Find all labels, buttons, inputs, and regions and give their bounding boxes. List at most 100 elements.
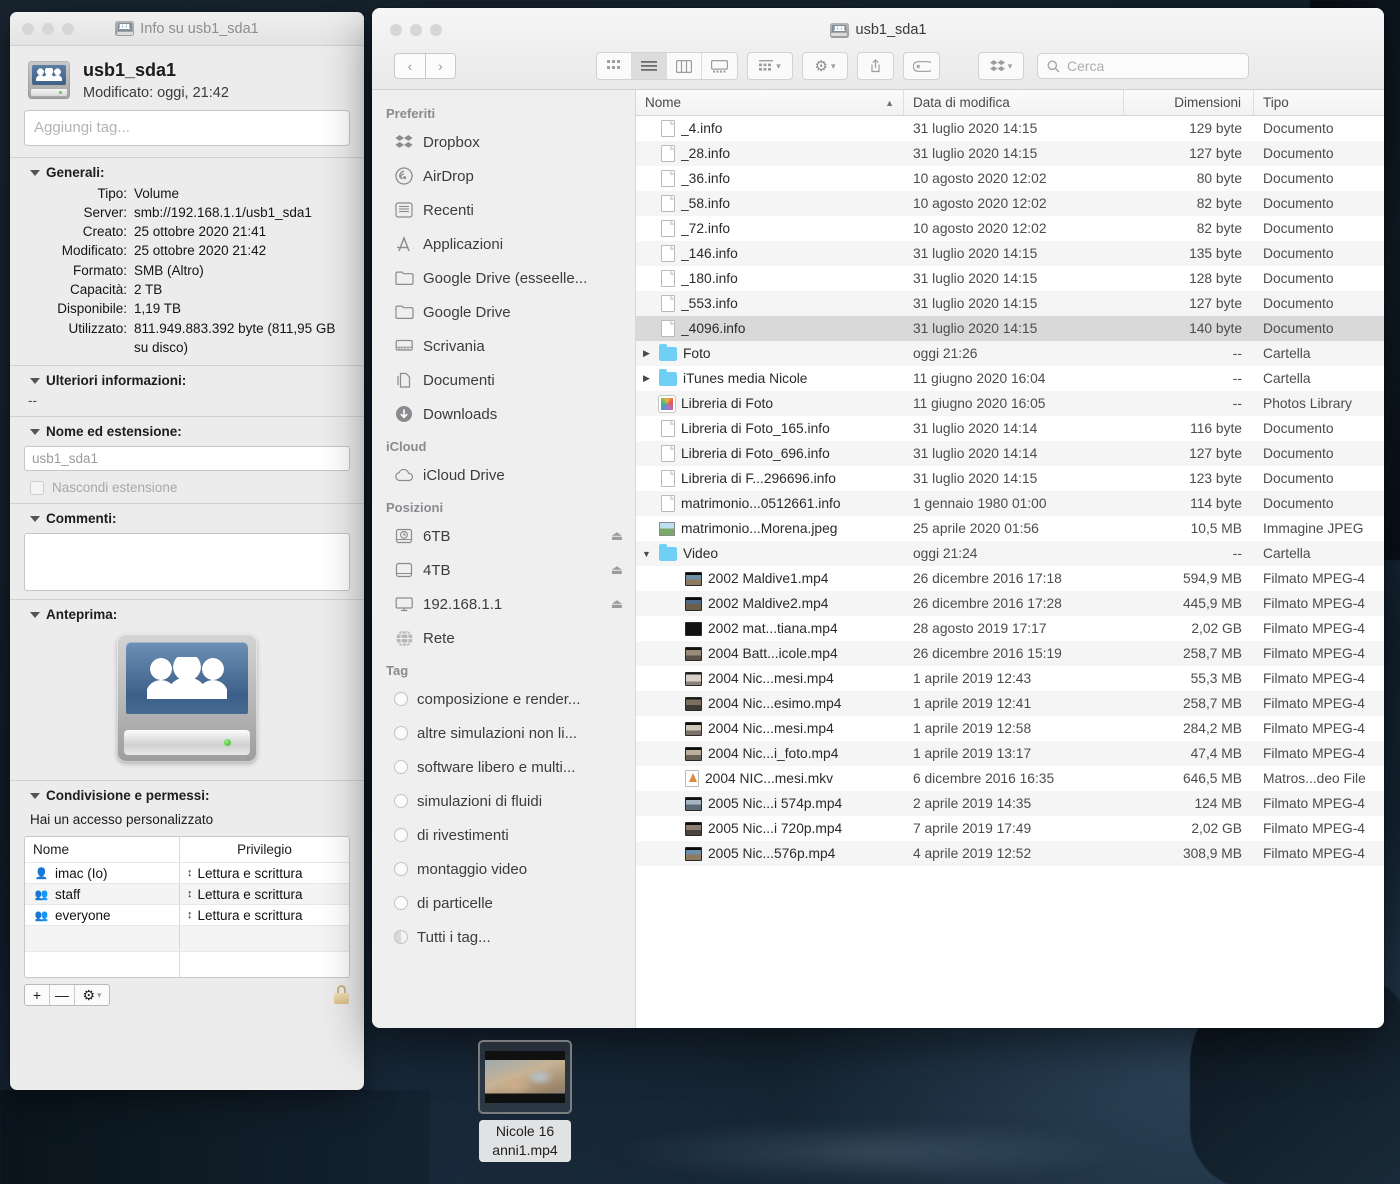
sidebar-item-google-drive[interactable]: Google Drive [372, 295, 635, 329]
table-row[interactable]: ▶ 2004 Batt...icole.mp4 26 dicembre 2016 1… [636, 641, 1384, 666]
table-row[interactable]: ▼ Video oggi 21:24 -- Cartella [636, 541, 1384, 566]
table-row[interactable]: ▶ Foto oggi 21:26 -- Cartella [636, 341, 1384, 366]
dropbox-group[interactable]: ▾ [978, 52, 1024, 80]
table-row[interactable]: ▶ 2005 Nic...i 574p.mp4 2 aprile 2019 14:3… [636, 791, 1384, 816]
column-header-tipo[interactable]: Tipo [1254, 90, 1384, 115]
table-row[interactable]: ▶ 2005 Nic...576p.mp4 4 aprile 2019 12:52 3… [636, 841, 1384, 866]
comments-textarea[interactable] [24, 533, 350, 592]
table-row[interactable]: ▶ Libreria di Foto_696.info 31 luglio 2020… [636, 441, 1384, 466]
table-row[interactable]: ▶ 2002 Maldive1.mp4 26 dicembre 2016 17:18… [636, 566, 1384, 591]
share-group[interactable] [857, 52, 894, 80]
remove-permission-button[interactable]: — [50, 985, 75, 1006]
add-tag-input[interactable]: Aggiungi tag... [24, 109, 350, 146]
sidebar-tag-di-particelle[interactable]: di particelle [372, 886, 635, 920]
info-traffic-lights[interactable] [22, 22, 74, 35]
sidebar-tag-montaggio-video[interactable]: montaggio video [372, 852, 635, 886]
tag-group[interactable] [903, 52, 940, 80]
eject-icon[interactable]: ⏏ [611, 528, 623, 544]
stepper-icon[interactable]: ↕ [187, 888, 193, 900]
sidebar-tag-di-rivestimenti[interactable]: di rivestimenti [372, 818, 635, 852]
sidebar-item-recenti[interactable]: Recenti [372, 193, 635, 227]
sidebar-item-dropbox[interactable]: Dropbox [372, 125, 635, 159]
add-permission-button[interactable]: + [25, 985, 50, 1006]
table-row[interactable]: ▶ matrimonio...Morena.jpeg 25 aprile 2020 … [636, 516, 1384, 541]
group-by-button[interactable]: ▾ [748, 53, 792, 79]
column-view-button[interactable] [667, 53, 702, 79]
column-header-nome[interactable]: Nome ▲ [636, 90, 904, 115]
disclosure-collapsed-icon[interactable]: ▶ [640, 373, 653, 384]
eject-icon[interactable]: ⏏ [611, 596, 623, 612]
table-row[interactable]: ▶ 2002 mat...tiana.mp4 28 agosto 2019 17:1… [636, 616, 1384, 641]
desktop-file-item[interactable]: Nicole 16 anni1.mp4 [478, 1040, 572, 1180]
table-row[interactable]: ▶ Libreria di F...296696.info 31 luglio 20… [636, 466, 1384, 491]
table-row[interactable]: ▶ _180.info 31 luglio 2020 14:15 128 byte Do… [636, 266, 1384, 291]
column-header-data[interactable]: Data di modifica [904, 90, 1124, 115]
table-row[interactable]: ▶ 2005 Nic...i 720p.mp4 7 aprile 2019 17:4… [636, 816, 1384, 841]
table-row[interactable]: ▶ _146.info 31 luglio 2020 14:15 135 byte Do… [636, 241, 1384, 266]
table-row[interactable]: ▶ Libreria di Foto_165.info 31 luglio 2020… [636, 416, 1384, 441]
file-list-column-headers[interactable]: Nome ▲ Data di modifica Dimensioni Tipo [636, 90, 1384, 116]
minimize-button[interactable] [410, 24, 422, 36]
table-row[interactable]: ▶ 2004 Nic...i_foto.mp4 1 aprile 2019 13:1… [636, 741, 1384, 766]
table-row[interactable]: ▶ 2004 Nic...esimo.mp4 1 aprile 2019 12:41… [636, 691, 1384, 716]
disclosure-collapsed-icon[interactable]: ▶ [640, 348, 653, 359]
section-anteprima-header[interactable]: Anteprima: [10, 607, 364, 622]
close-button[interactable] [22, 22, 34, 35]
sidebar-item-192-168-1-1[interactable]: 192.168.1.1 ⏏ [372, 587, 635, 621]
sidebar-tag-simulazioni-di-fluidi[interactable]: simulazioni di fluidi [372, 784, 635, 818]
icon-view-button[interactable] [597, 53, 632, 79]
sidebar-tag-software-libero[interactable]: software libero e multi... [372, 750, 635, 784]
table-row[interactable]: ▶ _72.info 10 agosto 2020 12:02 82 byte Docu… [636, 216, 1384, 241]
stepper-icon[interactable]: ↕ [187, 867, 193, 879]
sidebar-item-icloud-drive[interactable]: iCloud Drive [372, 458, 635, 492]
sidebar-item-documenti[interactable]: Documenti [372, 363, 635, 397]
nav-buttons[interactable]: ‹ › [394, 53, 456, 79]
section-nome-header[interactable]: Nome ed estensione: [10, 424, 364, 439]
section-ulteriori-header[interactable]: Ulteriori informazioni: [10, 373, 364, 388]
zoom-button[interactable] [62, 22, 74, 35]
group-by-group[interactable]: ▾ [747, 52, 793, 80]
section-commenti-header[interactable]: Commenti: [10, 511, 364, 526]
finder-titlebar[interactable]: usb1_sda1 ‹ › ▾ ⚙ ▾ ▾ Cerca [372, 8, 1384, 90]
gallery-view-button[interactable] [702, 53, 737, 79]
sidebar-tag-composizione-e-render[interactable]: composizione e render... [372, 682, 635, 716]
table-row[interactable]: ▶ 2004 Nic...mesi.mp4 1 aprile 2019 12:58 2… [636, 716, 1384, 741]
action-gear-button[interactable]: ⚙ ▾ [803, 53, 847, 79]
sidebar-item-downloads[interactable]: Downloads [372, 397, 635, 431]
table-row[interactable]: ▶ _4096.info 31 luglio 2020 14:15 140 byte D… [636, 316, 1384, 341]
table-row[interactable]: ▶ _553.info 31 luglio 2020 14:15 127 byte Do… [636, 291, 1384, 316]
forward-button[interactable]: › [425, 53, 456, 79]
section-generali-header[interactable]: Generali: [10, 165, 364, 180]
list-view-button[interactable] [632, 53, 667, 79]
table-row[interactable]: ▶ 2002 Maldive2.mp4 26 dicembre 2016 17:28… [636, 591, 1384, 616]
sidebar-tag-altre-simulazioni[interactable]: altre simulazioni non li... [372, 716, 635, 750]
network-volume-icon[interactable] [28, 61, 70, 99]
finder-traffic-lights[interactable] [390, 24, 442, 36]
permissions-gear-button[interactable]: ⚙ ▾ [75, 985, 109, 1005]
search-input[interactable]: Cerca [1037, 53, 1249, 79]
table-row[interactable]: ▶ _4.info 31 luglio 2020 14:15 129 byte Docu… [636, 116, 1384, 141]
share-button[interactable] [858, 53, 893, 79]
tag-button[interactable] [904, 53, 939, 79]
table-row[interactable]: ▶ 2004 Nic...mesi.mp4 1 aprile 2019 12:43 5… [636, 666, 1384, 691]
table-row[interactable]: ▶ _58.info 10 agosto 2020 12:02 82 byte Docu… [636, 191, 1384, 216]
action-group[interactable]: ⚙ ▾ [802, 52, 848, 80]
zoom-button[interactable] [430, 24, 442, 36]
table-row[interactable]: ▶ matrimonio...0512661.info 1 gennaio 1980… [636, 491, 1384, 516]
permissions-row[interactable]: 👥 everyone ↕ Lettura e scrittura [25, 904, 349, 926]
column-header-dimensioni[interactable]: Dimensioni [1124, 90, 1254, 115]
dropbox-button[interactable]: ▾ [979, 53, 1023, 79]
table-row[interactable]: ▶ _36.info 10 agosto 2020 12:02 80 byte Docu… [636, 166, 1384, 191]
minimize-button[interactable] [42, 22, 54, 35]
permissions-row[interactable]: 👥 staff ↕ Lettura e scrittura [25, 883, 349, 905]
sidebar-item-scrivania[interactable]: Scrivania [372, 329, 635, 363]
table-row[interactable]: ▶ Libreria di Foto 11 giugno 2020 16:05 -- P… [636, 391, 1384, 416]
table-row[interactable]: ▶ _28.info 31 luglio 2020 14:15 127 byte Doc… [636, 141, 1384, 166]
view-mode-group[interactable] [596, 52, 738, 80]
sidebar-item-google-drive-esseelle[interactable]: Google Drive (esseelle... [372, 261, 635, 295]
sidebar-tag-tutti-i-tag[interactable]: Tutti i tag... [372, 920, 635, 954]
table-row[interactable]: ▶ 2004 NIC...mesi.mkv 6 dicembre 2016 16:3… [636, 766, 1384, 791]
section-permessi-header[interactable]: Condivisione e permessi: [10, 788, 364, 803]
disclosure-expanded-icon[interactable]: ▼ [640, 549, 653, 559]
sidebar-item-airdrop[interactable]: AirDrop [372, 159, 635, 193]
